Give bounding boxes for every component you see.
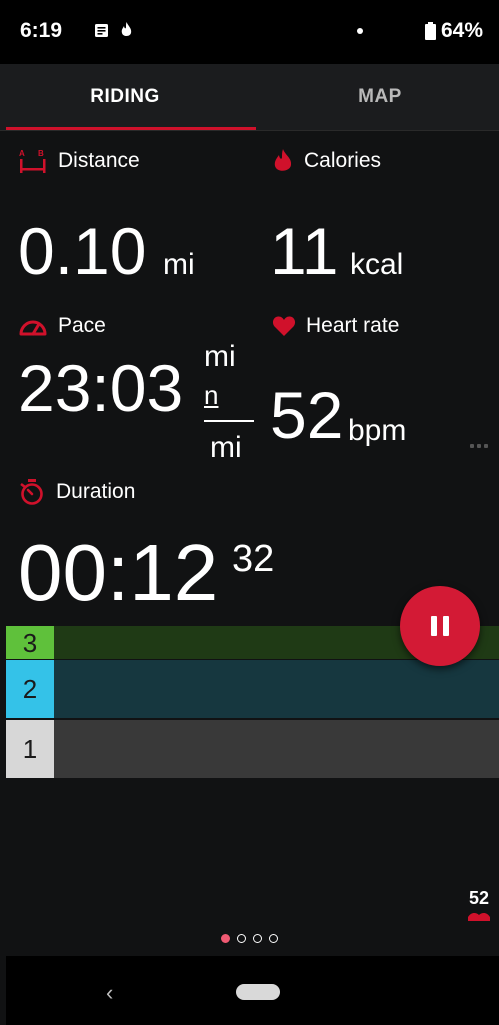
distance-value: 0.10 (18, 214, 147, 288)
zone-number: 3 (6, 626, 54, 659)
page-dot-3[interactable] (253, 934, 262, 943)
home-pill-icon[interactable] (236, 984, 280, 1000)
heart-rate-value: 52 (270, 378, 344, 452)
pace-unit-bottom: mi (210, 431, 242, 464)
distance-unit: mi (163, 248, 195, 281)
calories-value: 11 (270, 214, 339, 288)
heart-rate-bar-icon (468, 912, 490, 921)
status-time: 6:19 (20, 19, 63, 42)
battery-percent: 64% (441, 19, 484, 42)
pace-label: Pace (18, 314, 106, 338)
heart-rate-label: Heart rate (272, 314, 399, 338)
speedometer-icon (19, 320, 47, 336)
zone-bar (54, 720, 499, 778)
more-indicator-icon (470, 444, 491, 448)
system-nav-bar: ‹ (6, 956, 499, 1025)
duration-label-text: Duration (56, 480, 136, 503)
calories-unit: kcal (350, 248, 404, 281)
battery-icon (425, 22, 436, 40)
notification-dot-icon (357, 28, 363, 34)
mini-heart-rate-value: 52 (468, 888, 490, 908)
pace-value: 23:03 (18, 351, 184, 425)
stopwatch-icon (20, 479, 43, 505)
tab-bar: RIDING MAP (0, 64, 499, 131)
page-dot-2[interactable] (237, 934, 246, 943)
tab-active-indicator (6, 127, 256, 130)
zone-bar (54, 660, 499, 718)
heart-icon (272, 316, 296, 336)
pace-unit-fraction-line (204, 420, 254, 422)
svg-text:A: A (19, 149, 25, 158)
zone-2: 2 (6, 660, 499, 718)
heart-rate-label-text: Heart rate (306, 314, 400, 337)
tab-riding[interactable]: RIDING (0, 64, 250, 130)
page-indicator (221, 934, 285, 943)
calories-label: Calories (272, 148, 381, 174)
page-dot-1[interactable] (221, 934, 230, 943)
distance-icon: A B (19, 149, 46, 173)
distance-label: A B Distance (18, 148, 140, 174)
mini-heart-rate: 52 (464, 888, 494, 921)
back-icon[interactable]: ‹ (106, 980, 113, 1006)
pace-unit-mid: n (204, 380, 219, 410)
pause-button[interactable] (400, 586, 480, 666)
calories-label-text: Calories (304, 149, 382, 172)
message-icon (95, 24, 108, 37)
flame-icon (121, 22, 132, 36)
flame-icon (274, 149, 292, 171)
pace-unit-top: mi (204, 340, 236, 373)
duration-seconds: 32 (232, 538, 275, 580)
tab-map[interactable]: MAP (255, 64, 499, 130)
duration-value: 00:12 (18, 528, 219, 617)
distance-label-text: Distance (58, 149, 140, 172)
zone-1: 1 (6, 720, 499, 778)
pace-label-text: Pace (58, 314, 106, 337)
zone-number: 2 (6, 660, 54, 718)
duration-label: Duration (18, 479, 135, 505)
zone-number: 1 (6, 720, 54, 778)
page-dot-4[interactable] (269, 934, 278, 943)
pause-icon (431, 616, 437, 636)
status-bar: 6:19 64% (0, 0, 499, 64)
heart-rate-unit: bpm (348, 414, 407, 447)
svg-text:B: B (38, 149, 44, 158)
